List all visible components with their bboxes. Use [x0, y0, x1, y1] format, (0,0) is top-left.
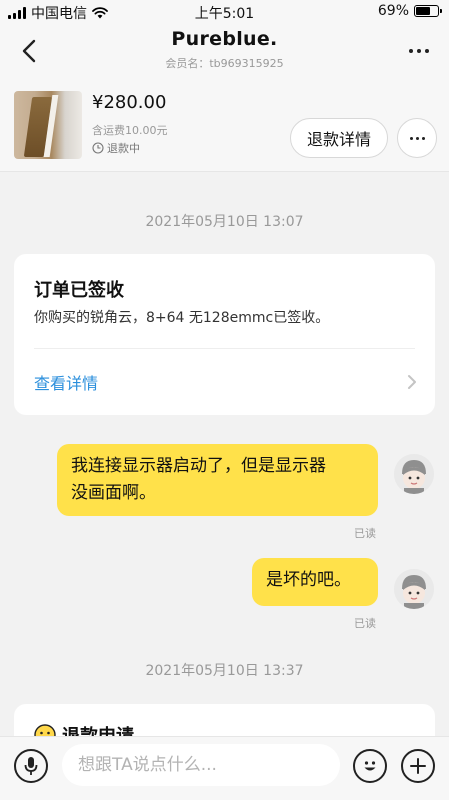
message-text-line: 我连接显示器启动了，但是显示器	[71, 456, 326, 476]
emoji-button[interactable]	[353, 749, 387, 783]
refund-status-label: 退款中	[107, 142, 140, 155]
dot	[425, 49, 429, 53]
dot	[417, 49, 421, 53]
emoji-icon	[364, 761, 376, 771]
order-card-body: 你购买的锐角云，8+64 无128emmc已签收。	[34, 310, 330, 326]
read-receipt: 已读	[354, 617, 376, 630]
avatar-icon	[394, 454, 434, 494]
member-name: 会员名：tb969315925	[165, 57, 284, 70]
message-bubble[interactable]: 是坏的吧。	[252, 558, 378, 606]
divider	[34, 348, 415, 349]
status-right: 69%	[377, 3, 442, 19]
dot	[421, 136, 425, 140]
dot	[415, 136, 419, 140]
message-text-line: 没画面啊。	[71, 483, 156, 503]
nav-bar: Pureblue. 会员名：tb969315925	[0, 24, 449, 80]
microphone-icon	[24, 757, 38, 775]
status-bar: 中国电信 上午5:01 69%	[0, 0, 449, 24]
input-bar	[0, 736, 449, 800]
battery-icon	[414, 5, 442, 17]
dot	[409, 49, 413, 53]
chevron-right-icon[interactable]	[407, 374, 417, 390]
plus-icon	[410, 758, 426, 774]
avatar[interactable]	[394, 454, 434, 494]
refund-detail-button[interactable]: 退款详情	[290, 118, 388, 158]
page-title: Pureblue.	[171, 28, 278, 50]
order-card: 订单已签收 你购买的锐角云，8+64 无128emmc已签收。 查看详情	[14, 254, 435, 415]
dot	[409, 136, 413, 140]
avatar[interactable]	[394, 569, 434, 609]
refund-status: 退款中	[92, 140, 140, 156]
add-button[interactable]	[401, 749, 435, 783]
shipping-fee: 含运费10.00元	[92, 124, 168, 137]
timestamp: 2021年05月10日 13:07	[145, 214, 304, 230]
read-receipt: 已读	[354, 527, 376, 540]
voice-button[interactable]	[14, 749, 48, 783]
more-button[interactable]	[401, 36, 437, 66]
order-card-title: 订单已签收	[34, 280, 124, 301]
product-more-button[interactable]	[397, 118, 437, 158]
product-thumbnail[interactable]	[14, 91, 82, 159]
battery-percent: 69%	[377, 3, 409, 19]
clock-icon	[92, 142, 104, 154]
message-input[interactable]	[62, 744, 340, 786]
view-details-link[interactable]: 查看详情	[34, 370, 98, 394]
timestamp: 2021年05月10日 13:37	[145, 663, 304, 679]
message-bubble[interactable]: 我连接显示器启动了，但是显示器 没画面啊。	[57, 444, 378, 516]
avatar-icon	[394, 569, 434, 609]
message-text: 是坏的吧。	[266, 570, 351, 590]
product-price: ¥280.00	[92, 92, 167, 113]
